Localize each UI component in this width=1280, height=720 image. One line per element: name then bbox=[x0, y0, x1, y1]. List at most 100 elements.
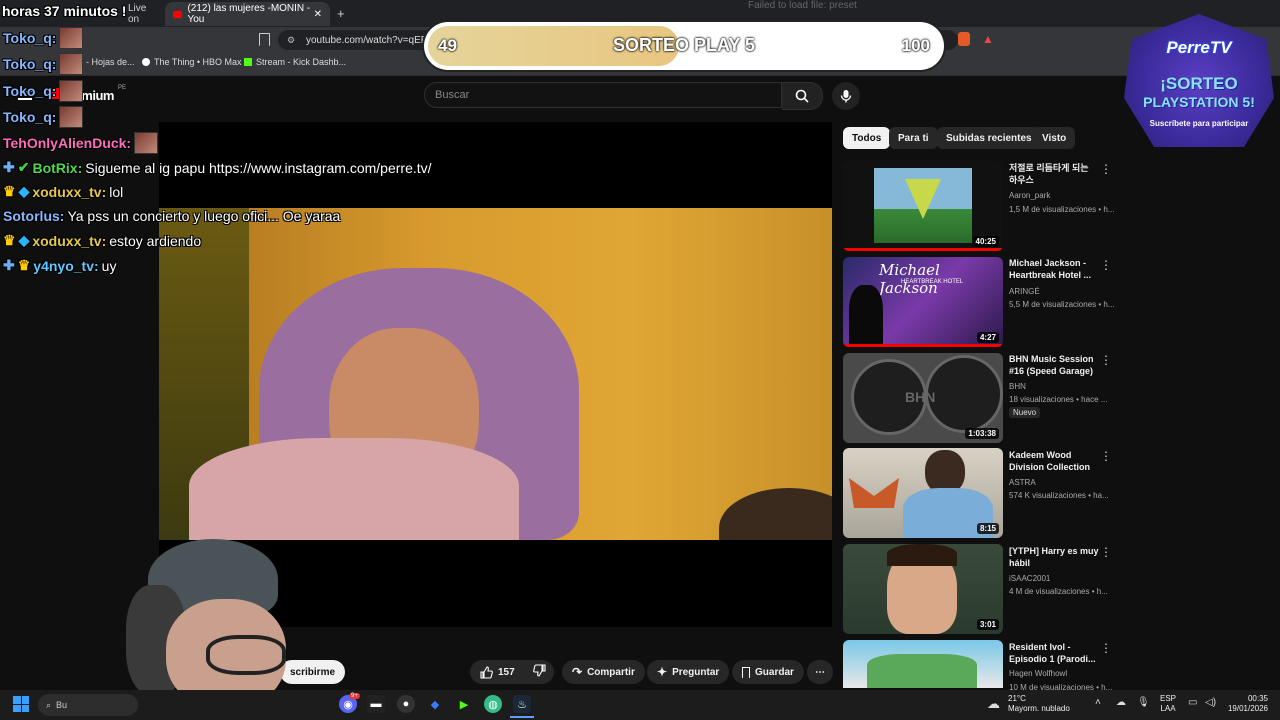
crown-badge-icon: ♛ bbox=[3, 232, 16, 248]
voice-search-button[interactable] bbox=[832, 82, 860, 110]
sword-badge-icon: ✚ bbox=[3, 257, 15, 273]
emote-icon bbox=[59, 80, 84, 102]
badge-brand: PerreTV bbox=[1166, 38, 1232, 57]
search-button[interactable] bbox=[782, 82, 823, 110]
rec-meta: 574 K visualizaciones • ha... bbox=[1009, 491, 1109, 500]
more-actions-button[interactable]: ⋯ bbox=[807, 660, 833, 684]
active-app-indicator bbox=[510, 716, 534, 718]
verified-badge-icon: ✔ bbox=[17, 159, 30, 175]
more-options-icon[interactable]: ⋮ bbox=[1100, 545, 1112, 559]
close-tab-icon[interactable]: ✕ bbox=[314, 9, 322, 20]
rec-title[interactable]: [YTPH] Harry es muy hábil bbox=[1009, 545, 1099, 569]
duration-badge: 3:01 bbox=[976, 619, 999, 630]
terminal-icon[interactable]: ▬ bbox=[367, 695, 385, 713]
rec-thumbnail[interactable]: 8:15 bbox=[843, 448, 1003, 538]
search-input[interactable]: Buscar bbox=[424, 82, 782, 108]
bookmark-icon[interactable] bbox=[259, 33, 270, 46]
language-indicator[interactable]: ESP LAA bbox=[1160, 694, 1176, 714]
rec-channel[interactable]: Aaron_park bbox=[1009, 191, 1050, 200]
giveaway-badge: PerreTV ¡SORTEO PLAYSTATION 5! Suscríbet… bbox=[1118, 8, 1280, 158]
rec-meta: 5,5 M de visualizaciones • h... bbox=[1009, 300, 1115, 309]
thumb-figure bbox=[849, 285, 883, 345]
rec-thumbnail[interactable]: BHN 1:03:38 bbox=[843, 353, 1003, 443]
taskbar-search[interactable]: ⌕ Bu bbox=[38, 694, 138, 716]
tab-youtube[interactable]: (212) las mujeres -MONIN - You ✕ bbox=[165, 2, 330, 26]
like-button[interactable]: 157 bbox=[480, 665, 515, 679]
steam-icon[interactable]: ♨ bbox=[513, 695, 531, 713]
more-options-icon[interactable]: ⋮ bbox=[1100, 353, 1112, 367]
sub-badge-icon: ◆ bbox=[18, 183, 30, 199]
rec-meta: 4 M de visualizaciones • h... bbox=[1009, 587, 1108, 596]
thumb-subtitle-text: HEARTBREAK HOTEL bbox=[901, 279, 964, 285]
more-options-icon[interactable]: ⋮ bbox=[1100, 162, 1112, 176]
rec-channel[interactable]: iSAAC2001 bbox=[1009, 574, 1050, 583]
rec-title[interactable]: Michael Jackson - Heartbreak Hotel ... bbox=[1009, 257, 1099, 281]
save-button[interactable]: Guardar bbox=[732, 660, 804, 684]
duration-badge: 4:27 bbox=[976, 332, 999, 343]
rec-thumbnail[interactable]: Michael Jackson HEARTBREAK HOTEL 4:27 bbox=[843, 257, 1003, 347]
rec-title[interactable]: 저절로 리듬타게 되는 하우스 bbox=[1009, 162, 1099, 186]
weather-widget[interactable]: 21°C Mayorm. nublado bbox=[1008, 694, 1070, 714]
volume-icon[interactable]: ◁) bbox=[1205, 697, 1216, 708]
obs-icon[interactable]: ● bbox=[397, 695, 415, 713]
chevron-up-icon[interactable]: ˄ bbox=[1095, 697, 1101, 708]
badge-cta: Suscríbete para participar bbox=[1149, 119, 1249, 128]
rec-thumbnail[interactable]: 40:25 bbox=[843, 161, 1003, 251]
stream-timer: horas 37 minutos ! bbox=[2, 3, 127, 19]
more-options-icon[interactable]: ⋮ bbox=[1100, 258, 1112, 272]
rec-title[interactable]: Resident Ivol - Episodio 1 (Parodi... bbox=[1009, 641, 1099, 665]
chip-for-you[interactable]: Para ti bbox=[889, 127, 938, 149]
badge-line2: PLAYSTATION 5! bbox=[1143, 94, 1255, 110]
chip-all[interactable]: Todos bbox=[843, 127, 891, 149]
thumb-logo-text: BHN bbox=[905, 389, 936, 405]
rec-thumbnail[interactable]: 3:01 bbox=[843, 544, 1003, 634]
chip-watched[interactable]: Visto bbox=[1033, 127, 1076, 149]
duration-badge: 1:03:38 bbox=[965, 428, 999, 439]
rec-title[interactable]: Kadeem Wood Division Collection bbox=[1009, 449, 1099, 473]
microphone-tray-icon[interactable]: 🎙 bbox=[1137, 697, 1150, 708]
rec-channel[interactable]: Hagen Wolfhowl bbox=[1009, 669, 1067, 678]
share-button[interactable]: ↷ Compartir bbox=[562, 660, 645, 684]
brave-icon[interactable] bbox=[958, 32, 970, 46]
giveaway-progress-bar: 49 SORTEO PLAY 5 100 bbox=[424, 22, 944, 70]
sub-badge-icon: ◆ bbox=[18, 232, 30, 248]
webcam-overlay bbox=[126, 535, 336, 695]
bookmark-hbo[interactable]: The Thing • HBO Max bbox=[142, 57, 242, 67]
watch-progress bbox=[843, 344, 1003, 347]
rec-channel[interactable]: BHN bbox=[1009, 382, 1026, 391]
search-icon bbox=[795, 89, 809, 103]
duration-badge: 40:25 bbox=[972, 236, 999, 247]
browser-icon[interactable]: ◍ bbox=[484, 695, 502, 713]
more-options-icon[interactable]: ⋮ bbox=[1100, 641, 1112, 655]
reel-right-shape bbox=[925, 355, 1003, 433]
kick-app-icon[interactable]: ▶ bbox=[455, 695, 473, 713]
bookmark-sheets[interactable]: - Hojas de... bbox=[86, 57, 135, 67]
watch-progress bbox=[843, 248, 1003, 251]
rec-thumbnail[interactable] bbox=[843, 640, 1003, 688]
more-options-icon[interactable]: ⋮ bbox=[1100, 449, 1112, 463]
kick-icon bbox=[244, 58, 252, 66]
rec-title[interactable]: BHN Music Session #16 (Speed Garage) bbox=[1009, 353, 1099, 377]
dislike-button[interactable] bbox=[532, 664, 546, 680]
bookmark-kick[interactable]: Stream - Kick Dashb... bbox=[244, 57, 346, 67]
rec-channel[interactable]: ASTRA bbox=[1009, 478, 1036, 487]
video-frame bbox=[159, 208, 832, 540]
chip-recent-uploads[interactable]: Subidas recientes bbox=[937, 127, 1041, 149]
new-tab-button[interactable]: + bbox=[337, 6, 345, 21]
giveaway-goal: 100 bbox=[901, 36, 930, 55]
rec-channel[interactable]: ARINGÉ bbox=[1009, 287, 1040, 296]
site-info-icon[interactable]: ⚙ bbox=[287, 35, 295, 46]
shirt-shape bbox=[189, 438, 519, 540]
cloud-sync-icon[interactable]: ☁ bbox=[1116, 697, 1126, 708]
windows-start-icon[interactable] bbox=[13, 696, 29, 712]
emote-icon bbox=[59, 53, 84, 75]
diamond-app-icon[interactable]: ◆ bbox=[426, 695, 444, 713]
extension-icon[interactable]: ▲ bbox=[982, 32, 994, 46]
discord-badge: 9+ bbox=[349, 693, 360, 699]
search-icon: ⌕ bbox=[46, 699, 52, 710]
clock[interactable]: 00:35 19/01/2026 bbox=[1224, 694, 1268, 714]
sword-badge-icon: ✚ bbox=[3, 159, 15, 175]
network-icon[interactable]: ▭ bbox=[1188, 697, 1197, 708]
hbo-icon bbox=[142, 58, 150, 66]
ask-button[interactable]: ✦ Preguntar bbox=[647, 660, 730, 684]
